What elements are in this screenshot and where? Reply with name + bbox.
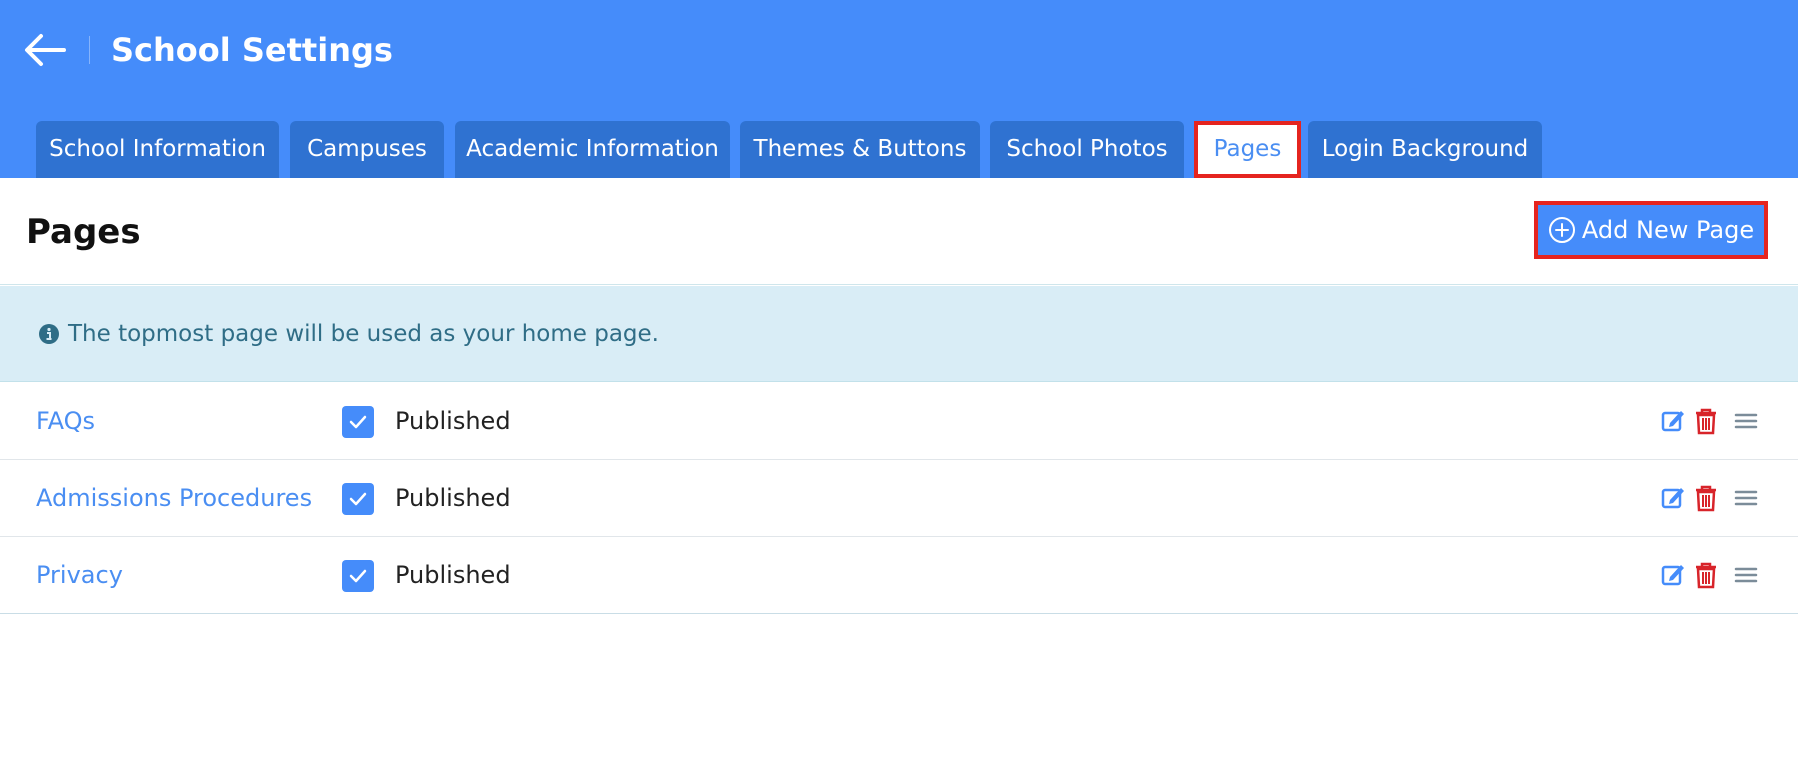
drag-handle-icon	[1734, 490, 1758, 506]
back-button[interactable]	[22, 30, 68, 70]
info-circle-icon	[39, 323, 59, 344]
delete-button[interactable]	[1692, 559, 1720, 591]
edit-icon	[1661, 565, 1684, 586]
section-header: Pages Add New Page	[0, 178, 1798, 285]
info-text: The topmost page will be used as your ho…	[68, 320, 659, 347]
trash-icon	[1696, 485, 1716, 512]
edit-button[interactable]	[1660, 559, 1688, 591]
trash-icon	[1696, 562, 1716, 589]
tab-themes-buttons[interactable]: Themes & Buttons	[740, 121, 980, 178]
check-icon	[349, 492, 367, 506]
tab-school-photos[interactable]: School Photos	[990, 121, 1184, 178]
edit-button[interactable]	[1660, 482, 1688, 514]
app-header: School Settings School Information Campu…	[0, 0, 1798, 178]
drag-handle-icon	[1734, 567, 1758, 583]
status-label: Published	[395, 407, 511, 435]
drag-handle[interactable]	[1732, 559, 1760, 591]
page-link-faqs[interactable]: FAQs	[36, 383, 95, 460]
page-link-admissions-procedures[interactable]: Admissions Procedures	[36, 460, 312, 537]
table-row: Privacy Published	[0, 537, 1798, 614]
tab-school-information[interactable]: School Information	[36, 121, 279, 178]
pages-list: FAQs Published Admissions Procedures Pub…	[0, 383, 1798, 614]
check-icon	[349, 415, 367, 429]
status-label: Published	[395, 484, 511, 512]
section-title: Pages	[26, 212, 141, 252]
drag-handle[interactable]	[1732, 482, 1760, 514]
delete-button[interactable]	[1692, 405, 1720, 437]
page-link-privacy[interactable]: Privacy	[36, 537, 123, 614]
table-row: FAQs Published	[0, 383, 1798, 460]
drag-handle-icon	[1734, 413, 1758, 429]
published-checkbox[interactable]	[342, 406, 374, 438]
table-row: Admissions Procedures Published	[0, 460, 1798, 537]
settings-tabs: School Information Campuses Academic Inf…	[0, 121, 1798, 178]
page-title: School Settings	[111, 31, 393, 69]
plus-circle-icon	[1548, 217, 1575, 243]
arrow-left-icon	[25, 34, 66, 66]
tab-login-background[interactable]: Login Background	[1308, 121, 1542, 178]
tab-campuses[interactable]: Campuses	[290, 121, 444, 178]
row-actions	[1660, 405, 1760, 437]
add-new-page-button[interactable]: Add New Page	[1534, 201, 1768, 259]
check-icon	[349, 569, 367, 583]
published-checkbox[interactable]	[342, 483, 374, 515]
info-alert: The topmost page will be used as your ho…	[0, 286, 1798, 382]
add-new-page-label: Add New Page	[1581, 216, 1755, 244]
trash-icon	[1696, 408, 1716, 435]
tab-academic-information[interactable]: Academic Information	[455, 121, 730, 178]
drag-handle[interactable]	[1732, 405, 1760, 437]
delete-button[interactable]	[1692, 482, 1720, 514]
published-checkbox[interactable]	[342, 560, 374, 592]
edit-icon	[1661, 411, 1684, 432]
edit-button[interactable]	[1660, 405, 1688, 437]
status-label: Published	[395, 561, 511, 589]
header-divider	[89, 36, 90, 64]
edit-icon	[1661, 488, 1684, 509]
tab-pages[interactable]: Pages	[1194, 121, 1301, 178]
row-actions	[1660, 559, 1760, 591]
row-actions	[1660, 482, 1760, 514]
